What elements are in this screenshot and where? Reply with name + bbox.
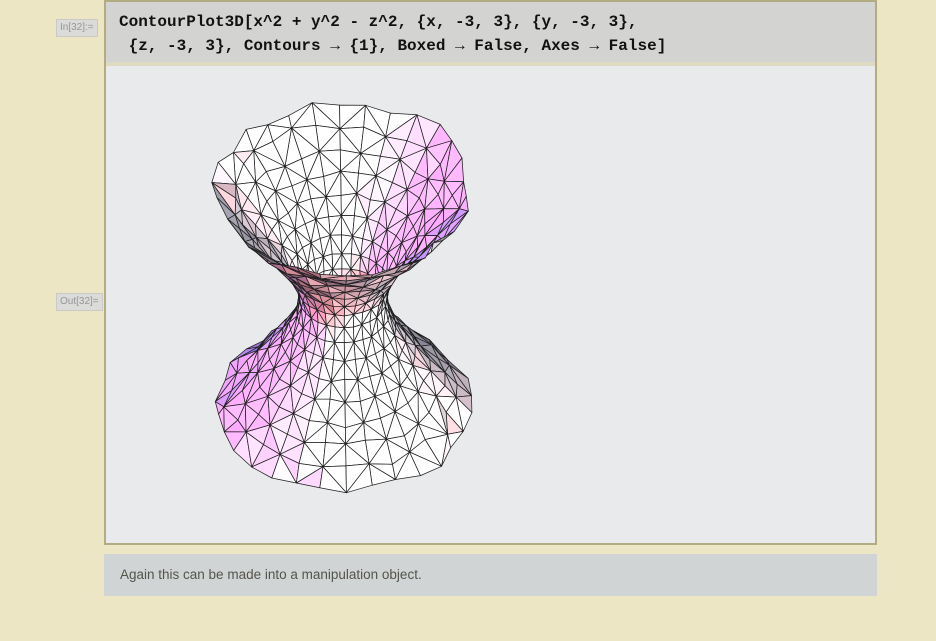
input-cell-code-area[interactable]: ContourPlot3D[x^2 + y^2 - z^2, {x, -3, 3… [106,2,875,66]
contour-plot-3d[interactable] [106,66,875,539]
output-cell [106,66,875,539]
input-cell-label: In[32]:= [56,19,98,37]
code-line-1: ContourPlot3D[x^2 + y^2 - z^2, {x, -3, 3… [119,10,875,34]
cell-group: ContourPlot3D[x^2 + y^2 - z^2, {x, -3, 3… [104,0,877,545]
comment-text: Again this can be made into a manipulati… [120,567,422,582]
notebook-page: { "cells": { "input": { "label": "In[32]… [0,0,936,641]
output-cell-label: Out[32]= [56,293,103,311]
comment-text-cell[interactable]: Again this can be made into a manipulati… [104,554,877,596]
code-line-2: {z, -3, 3}, Contours → {1}, Boxed → Fals… [119,34,875,58]
